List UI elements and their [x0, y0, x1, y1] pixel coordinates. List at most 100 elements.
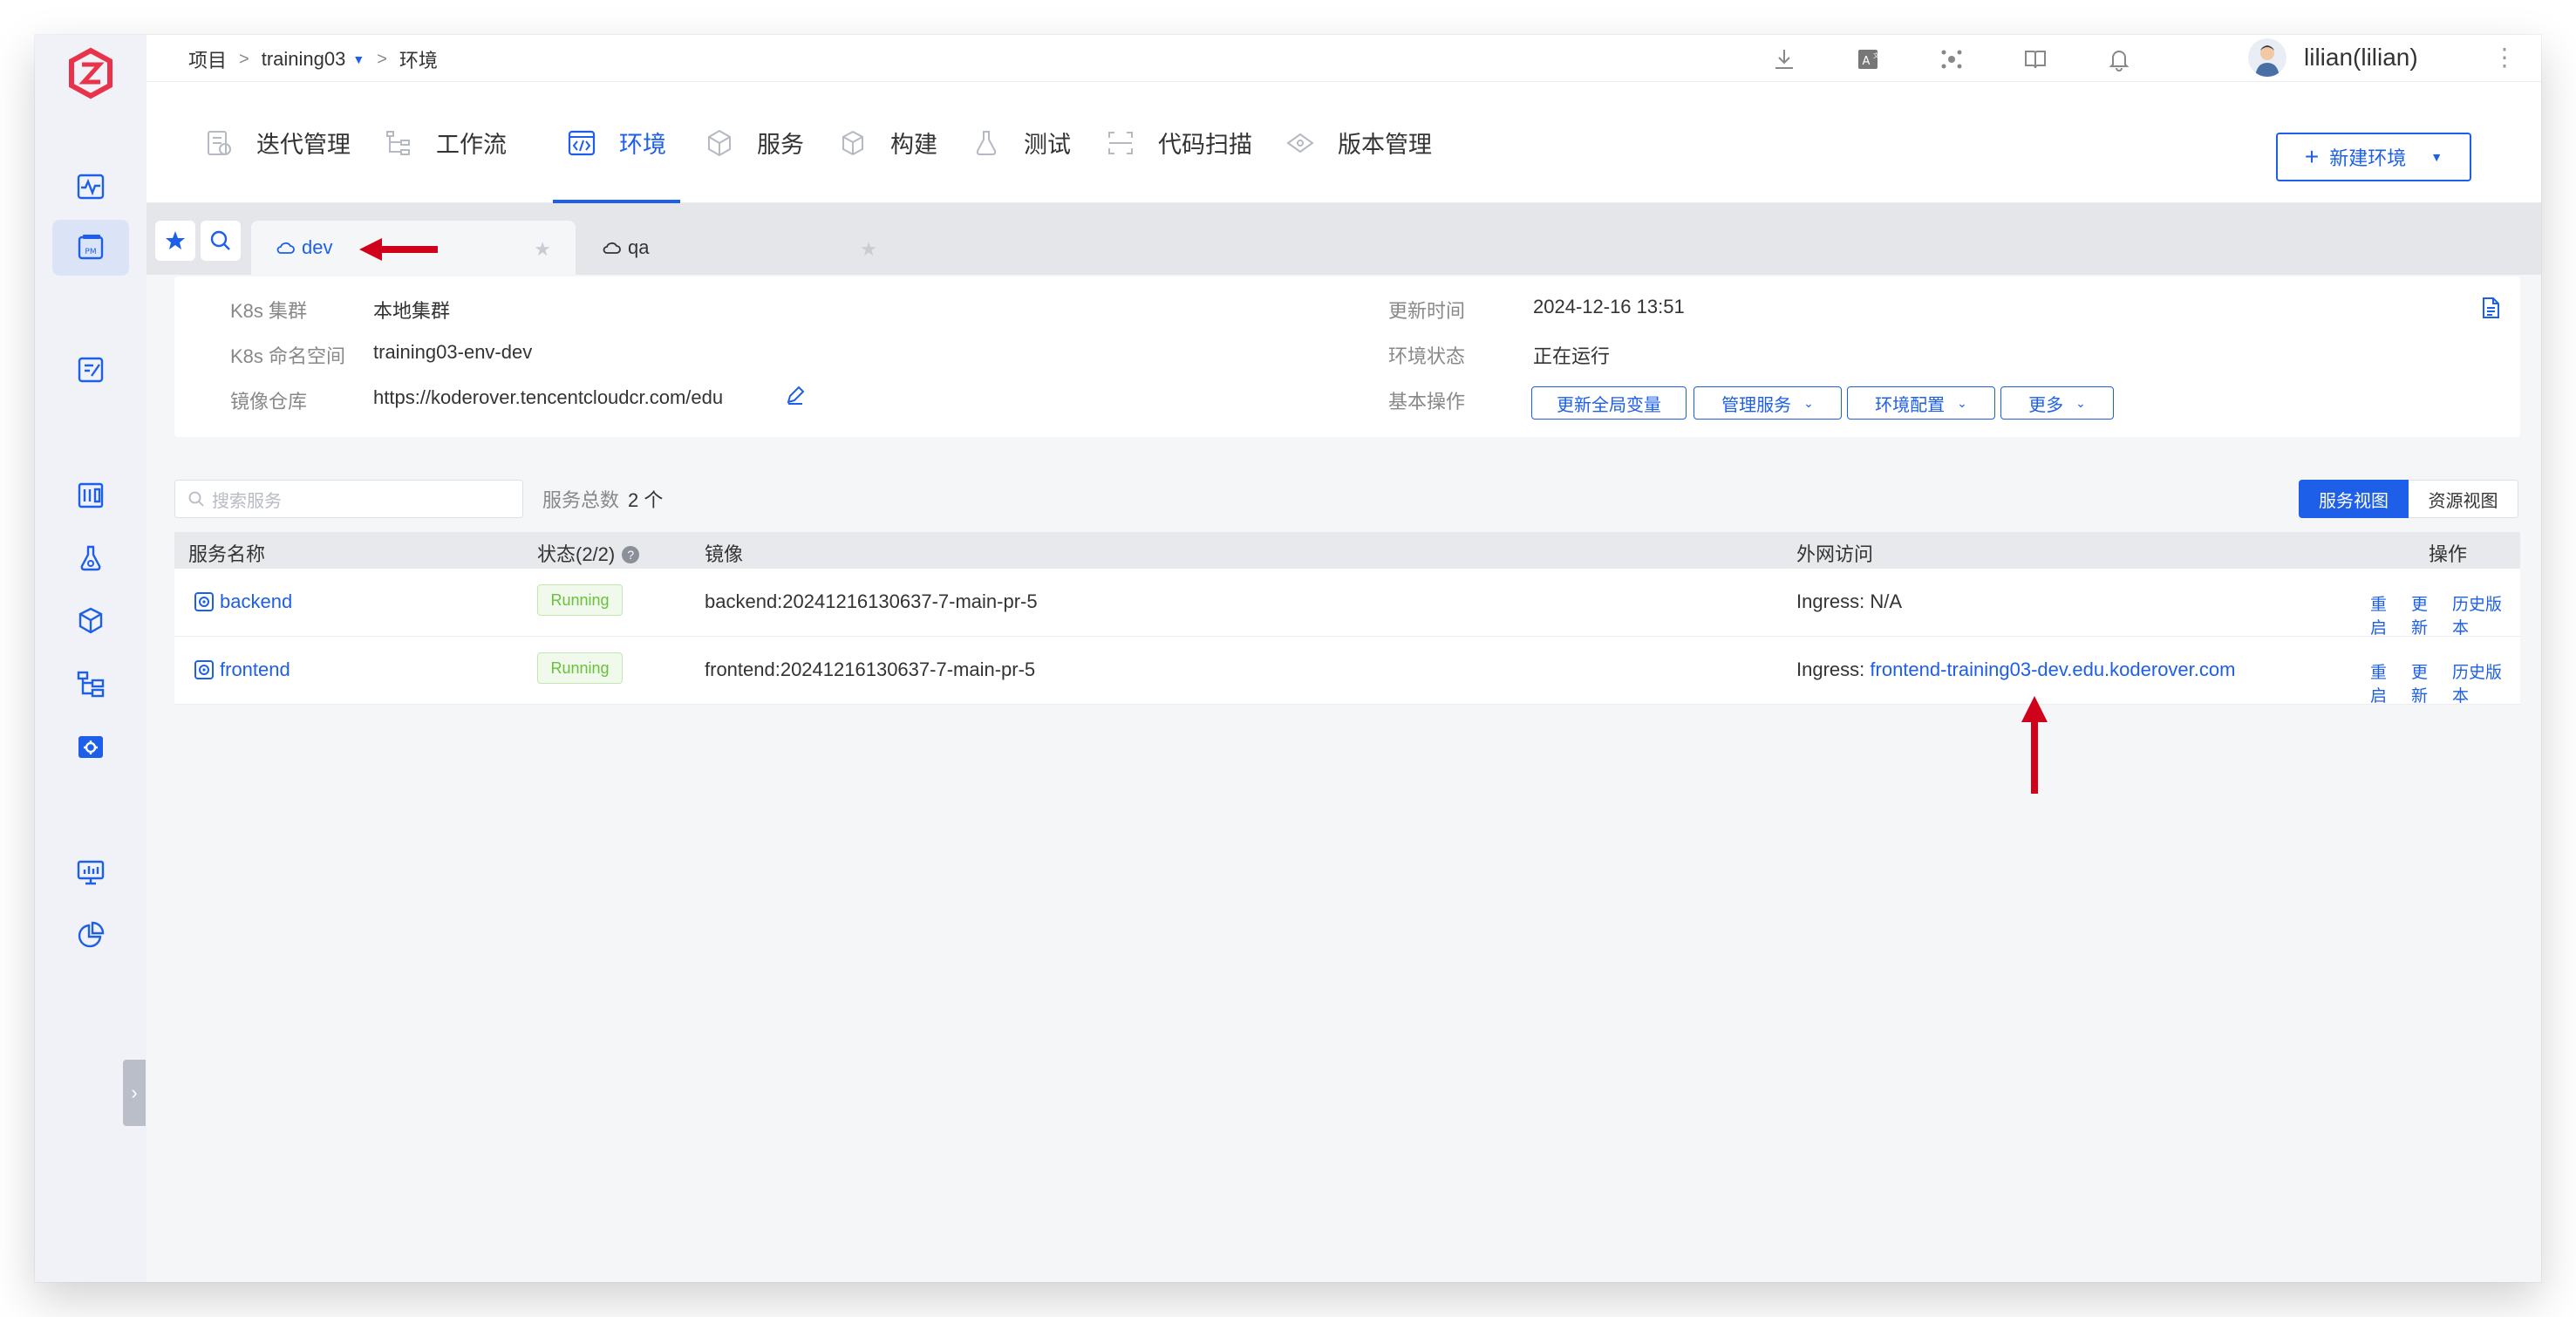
tab-workflow[interactable]: 工作流: [384, 82, 507, 203]
more-options-icon[interactable]: ⋮: [2492, 45, 2517, 70]
notification-button[interactable]: [2103, 44, 2135, 75]
star-outline-icon[interactable]: ★: [534, 238, 551, 261]
service-count-value: 2 个: [628, 489, 664, 511]
top-bar: 项目 > training03 ▼ > 环境 A文 lilian(lilian)…: [147, 35, 2541, 82]
search-icon: [210, 230, 230, 250]
environment-info-card: K8s 集群 本地集群 K8s 命名空间 training03-env-dev …: [174, 276, 2520, 437]
service-count-label: 服务总数: [542, 489, 620, 511]
more-label: 更多: [2028, 395, 2064, 415]
docs-icon: [2025, 51, 2046, 69]
service-search-input[interactable]: 搜索服务: [174, 480, 523, 518]
annotation-arrow-left: [359, 238, 438, 261]
service-view-button[interactable]: 服务视图: [2299, 480, 2409, 518]
document-icon[interactable]: [2478, 296, 2503, 320]
service-name-link[interactable]: frontend: [194, 658, 290, 681]
favorite-filter-button[interactable]: [155, 221, 195, 261]
tab-iteration-label: 迭代管理: [256, 132, 351, 158]
user-name: lilian(lilian): [2304, 44, 2418, 71]
edit-icon[interactable]: [785, 385, 806, 406]
svg-text:PM: PM: [85, 248, 96, 256]
caret-down-icon[interactable]: ▼: [352, 52, 365, 66]
status-badge: Running: [537, 652, 623, 684]
sidebar-item-settings[interactable]: [52, 719, 129, 775]
sidebar-item-project[interactable]: PM: [52, 220, 129, 276]
sidebar-item-monitor[interactable]: [52, 844, 129, 900]
cluster-value: 本地集群: [373, 300, 451, 322]
integration-icon: [1941, 50, 1962, 69]
tab-test[interactable]: 测试: [971, 82, 1071, 203]
flask-icon: [80, 545, 101, 571]
integration-button[interactable]: [1936, 44, 1967, 75]
update-button[interactable]: 更新: [2411, 591, 2438, 638]
sidebar: PM ›: [35, 35, 147, 1282]
manage-services-label: 管理服务: [1721, 395, 1792, 415]
breadcrumb-current: 环境: [399, 50, 438, 72]
table-row: frontend Running frontend:20241216130637…: [174, 637, 2520, 706]
dashboard-icon: [78, 482, 104, 508]
tab-service[interactable]: 服务: [705, 82, 804, 203]
monitor-icon: [77, 860, 105, 885]
service-icon: [194, 592, 214, 611]
history-button[interactable]: 历史版本: [2452, 591, 2506, 638]
build-icon: [842, 130, 863, 155]
breadcrumb-project[interactable]: training03: [262, 48, 346, 71]
pie-chart-icon: [78, 921, 105, 948]
row-actions: 重启 更新 历史版本: [2370, 591, 2520, 638]
avatar-image: [2255, 45, 2280, 77]
status-value: 正在运行: [1533, 345, 1611, 367]
breadcrumb-root[interactable]: 项目: [188, 45, 227, 73]
tab-version[interactable]: 版本管理: [1285, 82, 1432, 203]
update-button[interactable]: 更新: [2411, 659, 2438, 706]
hierarchy-icon: [77, 671, 105, 698]
history-button[interactable]: 历史版本: [2452, 659, 2506, 706]
cloud-icon: [276, 242, 295, 254]
image-value: backend:20241216130637-7-main-pr-5: [705, 590, 1038, 612]
search-icon: [188, 491, 204, 507]
status-label: 环境状态: [1388, 345, 1466, 367]
sidebar-item-release[interactable]: [52, 342, 129, 398]
star-outline-icon[interactable]: ★: [860, 238, 877, 261]
status-badge: Running: [537, 584, 623, 616]
tab-environment[interactable]: 环境: [553, 82, 680, 203]
breadcrumb: 项目 > training03 ▼ > 环境: [188, 42, 438, 77]
tab-build[interactable]: 构建: [838, 82, 937, 203]
header-ingress: 外网访问: [1796, 543, 1874, 565]
activity-icon: [77, 174, 105, 200]
env-config-button[interactable]: 环境配置 ⌄: [1847, 386, 1995, 420]
env-tab-qa[interactable]: qa ★: [577, 221, 902, 275]
translate-button[interactable]: A文: [1852, 44, 1884, 75]
sidebar-item-analytics[interactable]: [52, 907, 129, 963]
artifact-icon: [78, 607, 103, 634]
sidebar-item-dashboard[interactable]: [52, 467, 129, 523]
chevron-down-icon: ⌄: [2075, 395, 2086, 410]
ingress-value: Ingress: frontend-training03-dev.edu.kod…: [1796, 658, 2235, 681]
sidebar-item-artifact[interactable]: [52, 593, 129, 649]
more-button[interactable]: 更多 ⌄: [2000, 386, 2114, 420]
avatar: [2248, 38, 2286, 77]
annotation-arrow-up: [2021, 696, 2048, 794]
caret-down-icon[interactable]: ▼: [2430, 150, 2443, 164]
update-global-vars-button[interactable]: 更新全局变量: [1531, 386, 1687, 420]
table-row: backend Running backend:20241216130637-7…: [174, 569, 2520, 638]
docs-button[interactable]: [2020, 44, 2051, 75]
tab-iteration[interactable]: 迭代管理: [204, 82, 351, 203]
sidebar-item-test[interactable]: [52, 530, 129, 586]
tab-code-scan[interactable]: 代码扫描: [1106, 82, 1252, 203]
sidebar-item-hierarchy[interactable]: [52, 656, 129, 712]
restart-button[interactable]: 重启: [2370, 591, 2397, 638]
manage-services-button[interactable]: 管理服务 ⌄: [1693, 386, 1842, 420]
new-environment-button[interactable]: + 新建环境 ▼: [2276, 133, 2471, 181]
resource-view-button[interactable]: 资源视图: [2409, 480, 2518, 518]
restart-button[interactable]: 重启: [2370, 659, 2397, 706]
sidebar-item-activity[interactable]: [52, 159, 129, 215]
sidebar-collapse-handle[interactable]: ›: [123, 1060, 146, 1126]
service-name-link[interactable]: backend: [194, 590, 292, 613]
update-global-vars-label: 更新全局变量: [1557, 395, 1661, 415]
header-actions: 操作: [2429, 543, 2468, 565]
ingress-link[interactable]: frontend-training03-dev.edu.koderover.co…: [1870, 658, 2235, 680]
zadig-logo-icon[interactable]: [68, 47, 113, 99]
search-env-button[interactable]: [201, 221, 241, 261]
help-icon[interactable]: ?: [622, 546, 640, 563]
download-button[interactable]: [1768, 44, 1800, 75]
user-menu[interactable]: lilian(lilian): [2248, 38, 2418, 77]
